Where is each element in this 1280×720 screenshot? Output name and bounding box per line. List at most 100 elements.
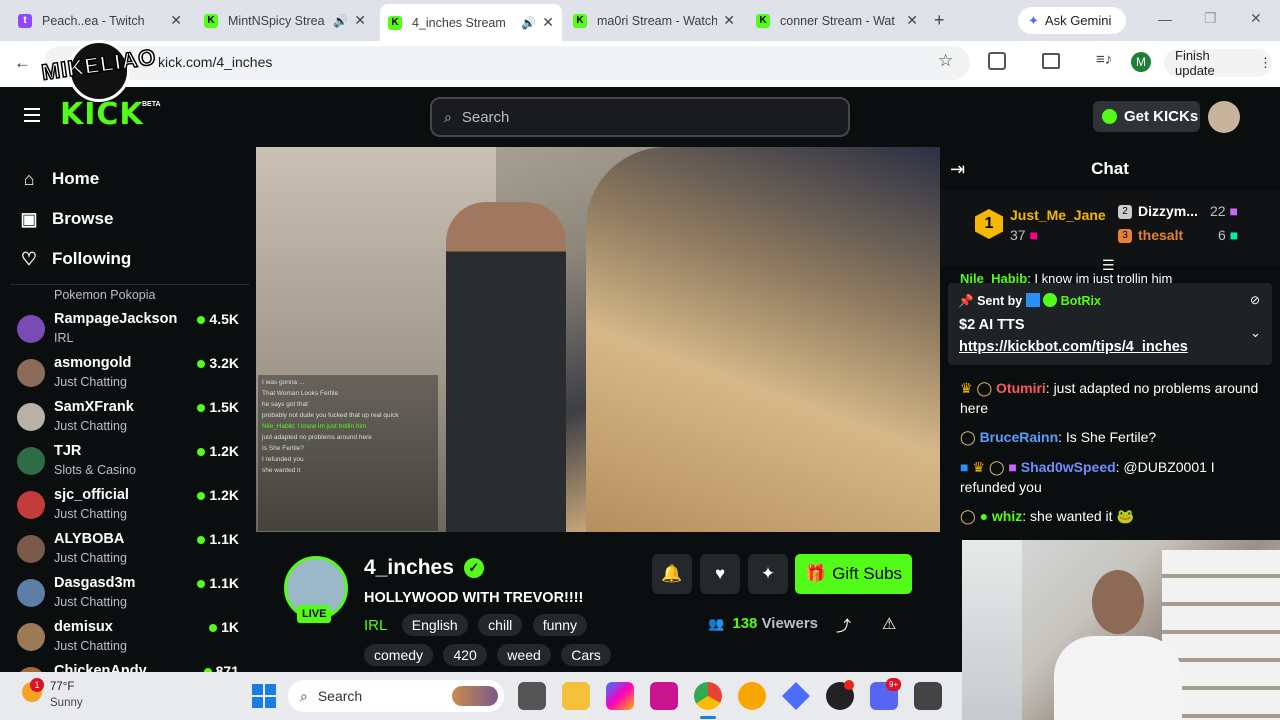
chevron-down-icon[interactable]: ⌄ [1250,325,1261,341]
chat-username[interactable]: Nile_Habib [960,271,1027,283]
gemini-icon: ✦ [1028,12,1039,28]
sun-app-icon[interactable] [738,682,766,710]
omnibox[interactable]: kick.com/4_inches ☆ [44,46,970,80]
picsart-icon[interactable] [650,682,678,710]
close-tab-icon[interactable]: ✕ [354,12,366,29]
gift-subs-button[interactable]: 🎁 Gift Subs [795,554,912,594]
leaderboard-name[interactable]: Dizzym... [1138,203,1198,219]
browser-tab[interactable]: K MintNSpicy Strea 🔊 ✕ [196,6,374,35]
minimize-button[interactable]: — [1158,11,1172,27]
chat-text: : I know im just trollin him [1027,271,1173,283]
bookmark-star-icon[interactable]: ☆ [938,51,953,71]
finish-update-button[interactable]: Finish update ⋮ [1164,48,1272,78]
close-tab-icon[interactable]: ✕ [723,12,735,29]
weather-condition: Sunny [50,697,83,709]
pinned-username[interactable]: BotRix [1061,294,1101,308]
leaderboard-name[interactable]: Just_Me_Jane [1010,207,1106,223]
extensions-icon[interactable] [988,52,1006,70]
sidebar-channel[interactable]: SamXFrank Just Chatting 1.5K [17,399,242,443]
hide-pin-icon[interactable]: ⊘ [1250,293,1260,307]
tag-pill[interactable]: Cars [561,644,611,666]
streamer-face [1092,570,1144,634]
chat-username[interactable]: Shad0wSpeed [1021,459,1116,475]
tag-pill[interactable]: English [401,614,468,636]
speaker-icon[interactable]: 🔊 [521,16,536,30]
chat-message: ◯ ● whiz: she wanted it 🐸 [960,506,1270,526]
chat-username[interactable]: Otumiri [996,380,1046,396]
media-control-icon[interactable]: ≡♪ [1096,51,1112,68]
file-explorer-icon[interactable] [562,682,590,710]
user-avatar[interactable] [1208,101,1240,133]
new-tab-button[interactable]: + [934,10,945,31]
channel-category: Slots & Casino [54,463,136,477]
sidebar-channel[interactable]: TJR Slots & Casino 1.2K [17,443,242,487]
streamer-shirt [1054,636,1182,720]
speaker-icon[interactable]: 🔊 [333,14,348,28]
srt-app-icon[interactable] [914,682,942,710]
close-tab-icon[interactable]: ✕ [906,12,918,29]
viewers-label: Viewers [761,615,818,632]
sidebar-channel[interactable]: ALYBOBA Just Chatting 1.1K [17,531,242,575]
channel-name: Dasgasd3m [54,575,136,591]
sidebar-item-browse[interactable]: ▣ Browse [0,199,256,239]
browser-tab[interactable]: K ma0ri Stream - Watch ✕ [565,6,743,35]
browser-tab-active[interactable]: K 4_inches Stream 🔊 ✕ [380,4,562,41]
sidebar-item-following[interactable]: ♡ Following [0,239,256,279]
search-input[interactable]: ⌕ Search [430,97,850,137]
sidebar-channel[interactable]: ChickenAndy 871 [17,663,242,672]
chat-username[interactable]: BruceRainn [980,429,1059,445]
home-icon: ⌂ [23,168,35,189]
chrome-icon[interactable] [694,682,722,710]
chat-text: : Is She Fertile? [1058,429,1157,445]
restore-button[interactable]: ❐ [1204,10,1217,27]
chat-message: ■ ♛ ◯ ■ Shad0wSpeed: @DUBZ0001 I refunde… [960,457,1270,497]
video-player[interactable]: I was gonna ... That Woman Looks Fertile… [256,147,940,532]
nav-label: Browse [52,209,114,228]
channel-avatar [17,579,45,607]
profile-avatar[interactable]: M [1131,52,1151,72]
sparkle-button[interactable]: ✦ [748,554,788,594]
channel-category: Just Chatting [54,551,127,565]
ask-gemini-button[interactable]: ✦ Ask Gemini [1018,7,1126,34]
tag-pill[interactable]: chill [478,614,523,636]
task-view-icon[interactable] [518,682,546,710]
overlay-line: she wanted it [262,467,301,474]
pinned-link[interactable]: https://kickbot.com/tips/4_inches [959,339,1188,355]
channel-category: Just Chatting [54,419,127,433]
sidebar-channel[interactable]: sjc_official Just Chatting 1.2K [17,487,242,531]
app-diamond-icon[interactable] [782,682,810,710]
sidebar-channel[interactable]: RampageJackson IRL 4.5K [17,311,242,355]
drop-badge-icon: ◯ [988,459,1005,475]
follow-button[interactable]: ♥ [700,554,740,594]
sidebar-channel[interactable]: Dasgasd3m Just Chatting 1.1K [17,575,242,619]
chat-username[interactable]: whiz [992,508,1022,524]
tag-pill[interactable]: comedy [364,644,434,666]
leaderboard-name[interactable]: thesalt [1138,227,1183,243]
cast-icon[interactable] [1042,53,1060,69]
browse-icon: ▣ [20,208,38,229]
viewer-number: 138 [732,615,758,632]
sidebar-channel[interactable]: demisux Just Chatting 1K [17,619,242,663]
report-icon[interactable]: ⚠ [882,614,896,634]
share-icon[interactable]: ⤴ [836,615,851,636]
get-kicks-button[interactable]: Get KICKs [1093,101,1200,132]
sidebar-channel[interactable]: asmongold Just Chatting 3.2K [17,355,242,399]
close-window-button[interactable]: ✕ [1250,10,1262,27]
close-tab-icon[interactable]: ✕ [170,12,182,29]
scroll-handle-icon[interactable]: ☰ [1102,257,1115,274]
tag-pill[interactable]: funny [532,614,587,636]
drop-badge-icon: ◯ [976,380,993,396]
streamer-name[interactable]: 4_inches [364,556,454,579]
windows-start-icon[interactable] [252,684,276,708]
sidebar-item-home[interactable]: ⌂ Home [0,159,256,199]
stream-category-link[interactable]: IRL [364,617,387,634]
channel-name: SamXFrank [54,399,134,415]
tag-pill[interactable]: 420 [443,644,487,666]
notification-bell-button[interactable]: 🔔 [652,554,692,594]
viewer-count: 3.2K [197,355,239,371]
copilot-icon[interactable] [606,682,634,710]
taskbar-search[interactable]: ⌕ Search [288,680,504,712]
close-tab-icon[interactable]: ✕ [542,14,554,31]
tag-pill[interactable]: weed [497,644,551,666]
browser-tab[interactable]: K conner Stream - Wat ✕ [748,6,926,35]
